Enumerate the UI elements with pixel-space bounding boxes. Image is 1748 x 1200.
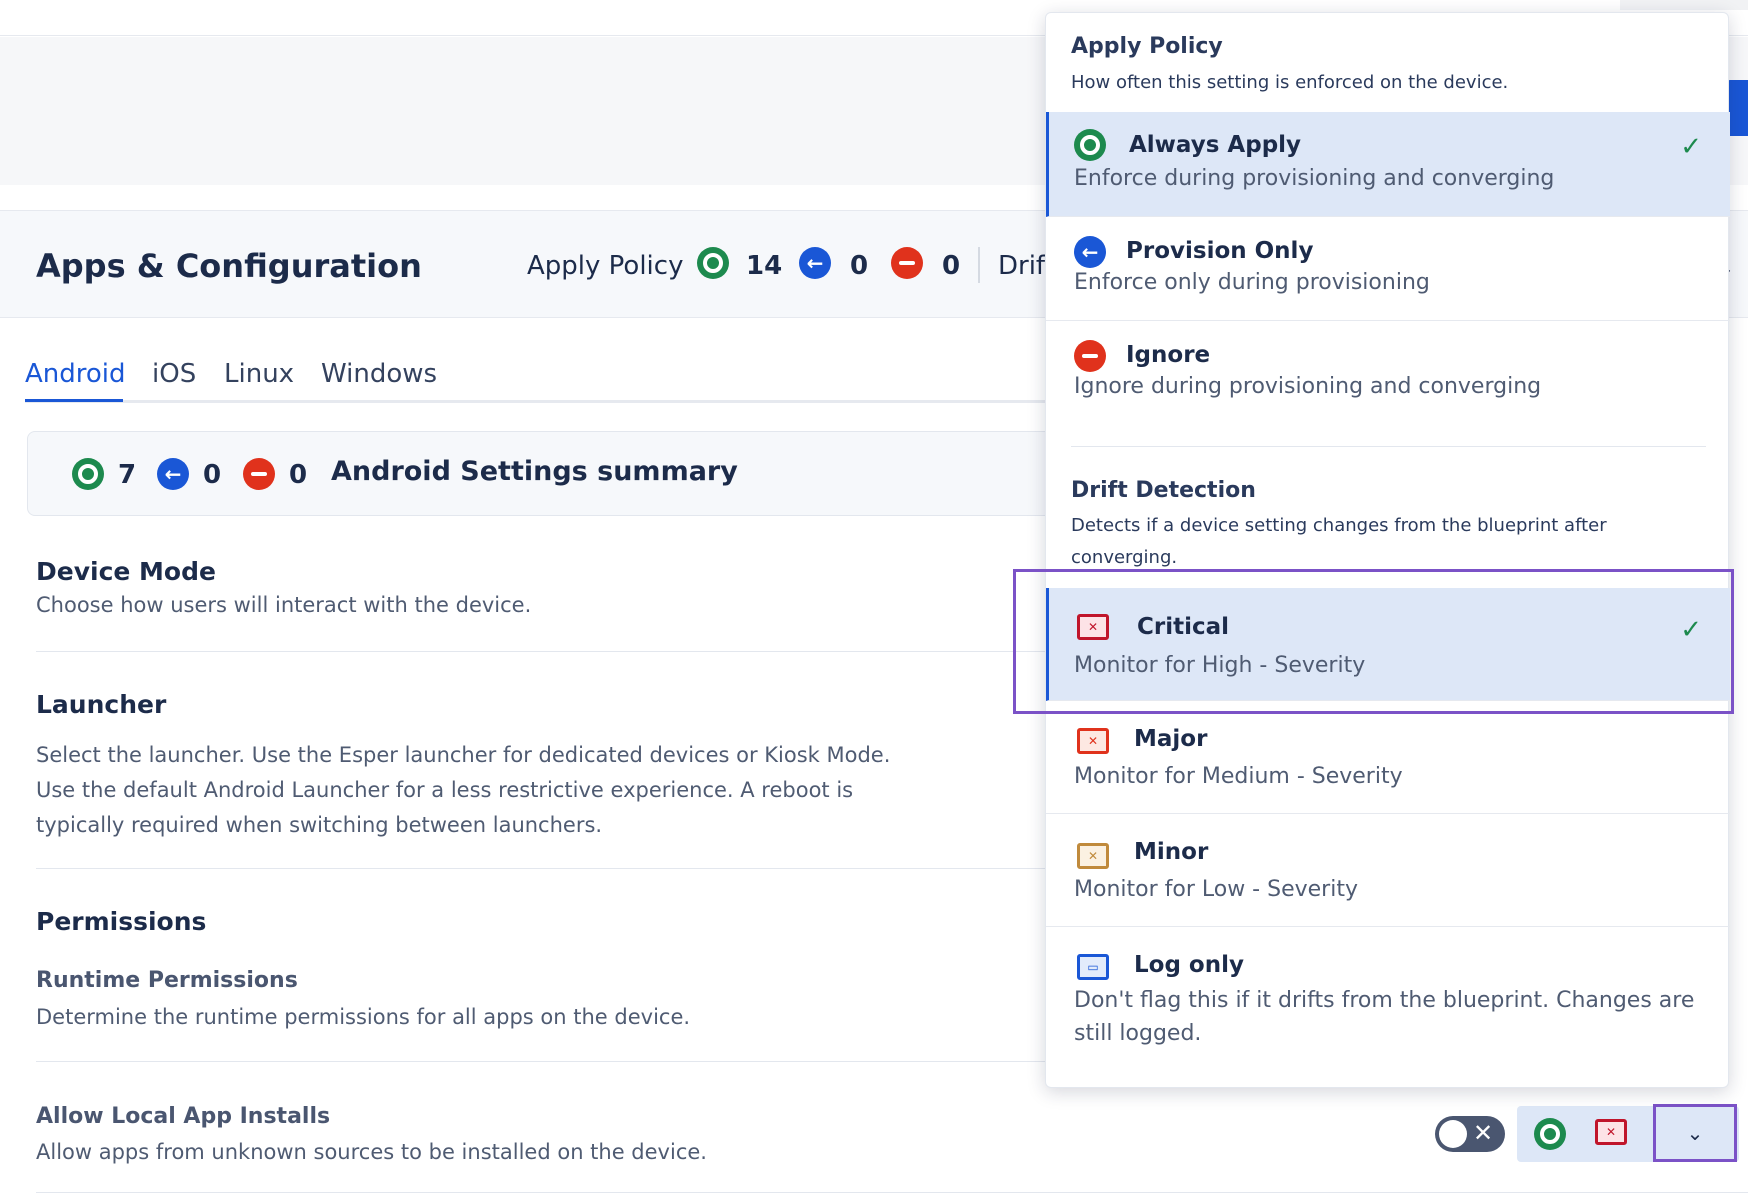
option-minor[interactable]: ✕ Minor Monitor for Low - Severity xyxy=(1046,815,1730,927)
tab-ios[interactable]: iOS xyxy=(152,359,196,389)
drift-detection-label: Drif xyxy=(998,251,1046,281)
option-desc: Enforce only during provisioning xyxy=(1074,270,1430,295)
summary-title: Android Settings summary xyxy=(331,456,738,487)
checkmark-icon: ✓ xyxy=(1680,132,1702,162)
page-title: Apps & Configuration xyxy=(36,247,422,285)
launcher-desc-line-2: Use the default Android Launcher for a l… xyxy=(36,778,854,802)
divider xyxy=(36,1192,1748,1193)
dropdown-divider xyxy=(1071,446,1706,447)
policy-dropdown-button[interactable]: ⌄ xyxy=(1653,1104,1737,1162)
permissions-title: Permissions xyxy=(36,907,207,936)
drift-detection-subheading: Detects if a device setting changes from… xyxy=(1071,515,1607,568)
drift-detection-heading: Drift Detection xyxy=(1071,478,1256,503)
apply-policy-label: Apply Policy xyxy=(527,251,684,281)
provision-only-count: 0 xyxy=(850,251,869,281)
apply-policy-subheading: How often this setting is enforced on th… xyxy=(1071,72,1509,93)
option-log-only[interactable]: ▭ Log only Don't flag this if it drifts … xyxy=(1046,928,1730,1078)
red-minus-icon xyxy=(1074,340,1106,372)
critical-monitor-icon[interactable]: ✕ xyxy=(1595,1119,1627,1145)
divider xyxy=(36,868,1046,869)
launcher-desc-line-3: typically required when switching betwee… xyxy=(36,813,603,837)
policy-dropdown-menu: Apply Policy How often this setting is e… xyxy=(1045,12,1730,1088)
provision-only-icon: ← xyxy=(799,247,831,279)
top-right-area xyxy=(1620,0,1748,10)
chevron-down-icon: ⌄ xyxy=(1686,1121,1704,1145)
minor-monitor-icon: ✕ xyxy=(1077,843,1109,869)
platform-tabs: Android iOS Linux Windows xyxy=(25,355,1045,403)
provision-only-icon: ← xyxy=(157,458,189,490)
ignore-count: 0 xyxy=(942,251,961,281)
always-apply-icon xyxy=(697,247,729,279)
ignore-icon xyxy=(243,458,275,490)
selected-option-highlight xyxy=(1013,569,1734,714)
option-ignore[interactable]: Ignore Ignore during provisioning and co… xyxy=(1046,322,1730,427)
device-mode-title: Device Mode xyxy=(36,557,216,586)
local-installs-desc: Allow apps from unknown sources to be in… xyxy=(36,1140,707,1164)
tab-android[interactable]: Android xyxy=(25,359,126,389)
option-desc: Ignore during provisioning and convergin… xyxy=(1074,374,1542,399)
log-monitor-icon: ▭ xyxy=(1077,954,1109,980)
option-title: Ignore xyxy=(1126,342,1211,368)
option-desc: Enforce during provisioning and convergi… xyxy=(1074,166,1555,191)
tab-windows[interactable]: Windows xyxy=(321,359,437,389)
active-tab-indicator xyxy=(25,399,123,402)
option-title: Always Apply xyxy=(1129,132,1302,158)
ignore-icon xyxy=(891,247,923,279)
runtime-permissions-desc: Determine the runtime permissions for al… xyxy=(36,1005,691,1029)
device-mode-desc: Choose how users will interact with the … xyxy=(36,593,532,617)
local-installs-toggle[interactable]: ✕ xyxy=(1435,1116,1505,1152)
green-circle-icon xyxy=(1074,129,1106,161)
summary-ignore-count: 0 xyxy=(289,460,308,490)
always-apply-icon xyxy=(72,458,104,490)
option-provision-only[interactable]: ← Provision Only Enforce only during pro… xyxy=(1046,218,1730,321)
major-monitor-icon: ✕ xyxy=(1077,728,1109,754)
option-desc: Monitor for Medium - Severity xyxy=(1074,764,1403,789)
option-always-apply[interactable]: Always Apply Enforce during provisioning… xyxy=(1046,112,1730,217)
launcher-title: Launcher xyxy=(36,690,167,719)
always-apply-count: 14 xyxy=(746,251,783,281)
tab-linux[interactable]: Linux xyxy=(224,359,294,389)
local-installs-title: Allow Local App Installs xyxy=(36,1104,331,1129)
toggle-knob xyxy=(1439,1120,1467,1148)
apply-policy-heading: Apply Policy xyxy=(1071,34,1223,59)
option-title: Major xyxy=(1134,726,1208,752)
divider xyxy=(36,651,1046,652)
summary-provision-count: 0 xyxy=(203,460,222,490)
option-title: Minor xyxy=(1134,839,1209,865)
divider xyxy=(36,1061,1046,1062)
header-divider xyxy=(978,247,980,283)
close-icon: ✕ xyxy=(1473,1119,1494,1147)
launcher-desc-line-1: Select the launcher. Use the Esper launc… xyxy=(36,743,891,767)
option-desc: Monitor for Low - Severity xyxy=(1074,877,1358,902)
option-major[interactable]: ✕ Major Monitor for Medium - Severity xyxy=(1046,702,1730,814)
summary-always-count: 7 xyxy=(118,460,137,490)
option-title: Log only xyxy=(1134,952,1244,978)
runtime-permissions-title: Runtime Permissions xyxy=(36,968,298,993)
always-apply-icon[interactable] xyxy=(1534,1118,1566,1150)
option-desc: Don't flag this if it drifts from the bl… xyxy=(1074,988,1695,1046)
blue-arrow-left-icon: ← xyxy=(1074,236,1106,268)
settings-summary: 7 ← 0 0 Android Settings summary xyxy=(27,431,1057,516)
option-title: Provision Only xyxy=(1126,238,1314,264)
